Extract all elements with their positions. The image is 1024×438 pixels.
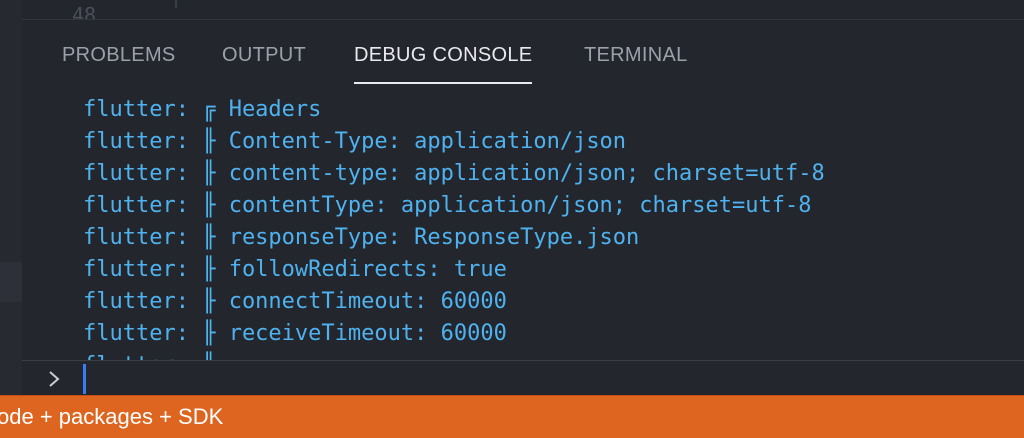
chevron-right-icon (49, 371, 60, 387)
console-line: flutter: ╔ Headers (83, 97, 322, 122)
line-number: 48 (72, 3, 97, 19)
status-bar: ode + packages + SDK (0, 395, 1024, 438)
console-line: flutter: ╟ content-type: application/jso… (83, 161, 825, 186)
console-line: flutter: ╟ Content-Type: application/jso… (83, 129, 627, 154)
console-line: flutter: ╟ contentType: application/json… (83, 193, 812, 218)
console-line: flutter: ╟ receiveTimeout: 60000 (83, 321, 507, 346)
text-cursor (83, 364, 86, 394)
console-line: flutter: ║ (83, 350, 215, 360)
bottom-panel: PROBLEMS OUTPUT DEBUG CONSOLE TERMINAL f… (22, 19, 1024, 396)
indent-guide (175, 0, 177, 8)
tab-problems[interactable]: PROBLEMS (62, 44, 176, 72)
editor-area[interactable]: 48 (22, 0, 1024, 19)
vscode-window: 48 PROBLEMS OUTPUT DEBUG CONSOLE TERMINA… (0, 0, 1024, 438)
panel-tabs: PROBLEMS OUTPUT DEBUG CONSOLE TERMINAL (22, 20, 1024, 92)
tab-output[interactable]: OUTPUT (222, 44, 306, 72)
debug-console-output[interactable]: flutter: ╔ Headers flutter: ╟ Content-Ty… (22, 92, 1024, 360)
tab-terminal[interactable]: TERMINAL (584, 44, 688, 72)
console-line: flutter: ╟ responseType: ResponseType.js… (83, 225, 640, 250)
activity-bar-strip (0, 0, 22, 395)
status-item-debug-config[interactable]: ode + packages + SDK (0, 404, 223, 430)
console-line: flutter: ╟ followRedirects: true (83, 257, 507, 282)
console-line: flutter: ╟ connectTimeout: 60000 (83, 289, 507, 314)
tab-debug-console[interactable]: DEBUG CONSOLE (354, 44, 533, 84)
debug-console-input[interactable] (22, 360, 1024, 396)
